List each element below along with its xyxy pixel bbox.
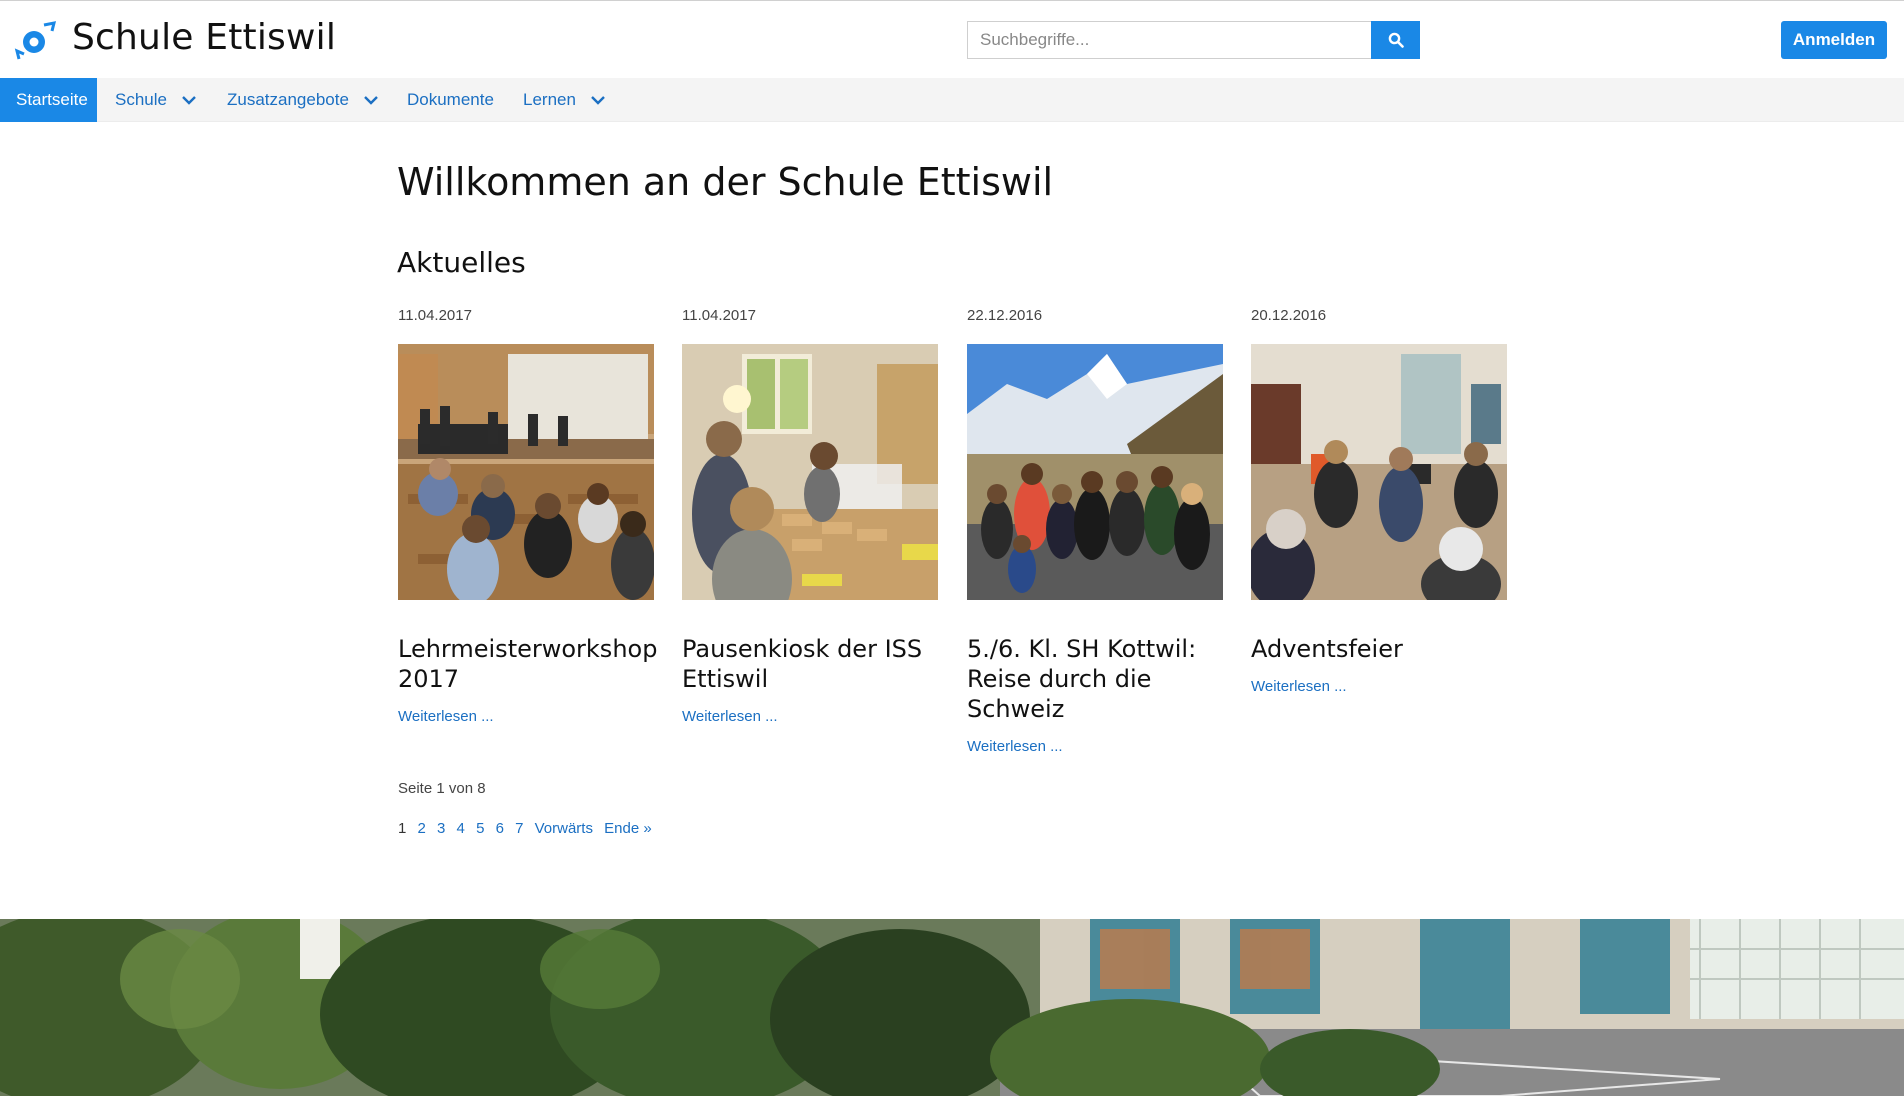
search-input[interactable] (967, 21, 1372, 59)
school-building-photo (0, 919, 1904, 1096)
article-image[interactable] (1251, 344, 1507, 600)
article-title[interactable]: Adventsfeier (1251, 634, 1507, 664)
chevron-down-icon (182, 96, 196, 105)
page-link-2[interactable]: 2 (418, 820, 426, 837)
nav-item-lernen[interactable]: Lernen (523, 78, 606, 122)
site-header: Schule Ettiswil Anmelden (0, 1, 1904, 78)
nav-item-label: Startseite (16, 90, 88, 109)
read-more-link[interactable]: Weiterlesen ... (398, 708, 494, 725)
page-link-5[interactable]: 5 (476, 820, 484, 837)
article-image[interactable] (967, 344, 1223, 600)
page-link-4[interactable]: 4 (457, 820, 465, 837)
nav-item-dokumente[interactable]: Dokumente (407, 78, 494, 122)
read-more-link[interactable]: Weiterlesen ... (682, 708, 778, 725)
article-date: 11.04.2017 (682, 307, 756, 324)
nav-item-label: Schule (115, 90, 167, 109)
nav-item-label: Dokumente (407, 90, 494, 109)
page-link-6[interactable]: 6 (496, 820, 504, 837)
article-card: 11.04.2017 Pausenkiosk der ISS Ettiswil … (682, 306, 938, 725)
article-title[interactable]: Lehrmeisterworkshop 2017 (398, 634, 657, 694)
nav-item-schule[interactable]: Schule (115, 78, 197, 122)
article-date: 20.12.2016 (1251, 307, 1327, 324)
search-icon (1388, 32, 1404, 48)
nav-item-startseite[interactable]: Startseite (0, 78, 97, 122)
chevron-down-icon (364, 96, 378, 105)
article-date: 22.12.2016 (967, 307, 1043, 324)
page-link-7[interactable]: 7 (515, 820, 523, 837)
page-link-3[interactable]: 3 (437, 820, 445, 837)
article-date: 11.04.2017 (398, 307, 472, 324)
search-box (967, 21, 1420, 59)
chevron-down-icon (591, 96, 605, 105)
article-card: 11.04.2017 Lehrmeisterworkshop 2017 Weit… (398, 306, 657, 725)
section-title: Aktuelles (397, 246, 526, 279)
last-page-link[interactable]: Ende » (604, 820, 652, 837)
article-card: 20.12.2016 Adventsfeier Weiterlesen ... (1251, 306, 1507, 695)
read-more-link[interactable]: Weiterlesen ... (967, 738, 1063, 755)
article-image[interactable] (682, 344, 938, 600)
nav-item-zusatzangebote[interactable]: Zusatzangebote (227, 78, 379, 122)
next-page-link[interactable]: Vorwärts (535, 820, 593, 837)
search-button[interactable] (1371, 21, 1420, 59)
article-title[interactable]: 5./6. Kl. SH Kottwil: Reise durch die Sc… (967, 634, 1223, 724)
article-card: 22.12.2016 5./6. Kl. SH Kottwil: Reise d… (967, 306, 1223, 755)
main-nav: Startseite Schule Zusatzangebote Dokumen… (0, 78, 1904, 122)
nav-item-label: Lernen (523, 90, 576, 109)
site-title[interactable]: Schule Ettiswil (72, 17, 336, 58)
school-logo-icon[interactable] (14, 19, 58, 63)
login-button[interactable]: Anmelden (1781, 21, 1887, 59)
nav-item-label: Zusatzangebote (227, 90, 349, 109)
pagination-info: Seite 1 von 8 (398, 780, 486, 797)
article-title[interactable]: Pausenkiosk der ISS Ettiswil (682, 634, 938, 694)
article-image[interactable] (398, 344, 654, 600)
page-current: 1 (398, 820, 407, 837)
read-more-link[interactable]: Weiterlesen ... (1251, 678, 1347, 695)
page-title: Willkommen an der Schule Ettiswil (397, 160, 1054, 204)
pagination: 1 2 3 4 5 6 7 Vorwärts Ende » (398, 820, 659, 837)
